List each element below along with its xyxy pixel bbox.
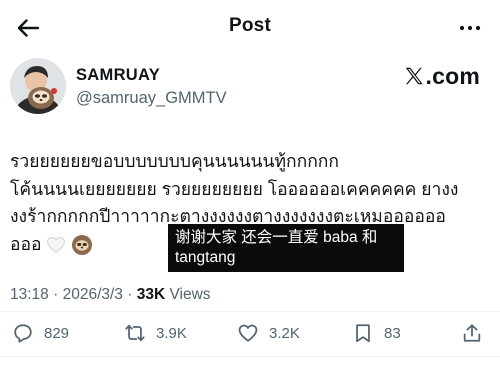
heart-icon bbox=[238, 324, 258, 342]
avatar[interactable] bbox=[10, 58, 66, 114]
bookmark-button[interactable]: 83 bbox=[352, 316, 401, 350]
divider bbox=[0, 311, 500, 312]
share-button[interactable] bbox=[461, 316, 483, 350]
bookmark-icon bbox=[356, 324, 370, 343]
post-line: โค้นนนนเยยยยยยย รวยยยยยยยย โออออออเคคคคค… bbox=[10, 178, 459, 199]
views-count[interactable]: 33K bbox=[137, 286, 165, 303]
share-icon bbox=[463, 324, 481, 342]
action-bar: 829 3.9K 3.2K 83 bbox=[0, 316, 500, 350]
repost-icon bbox=[125, 324, 145, 342]
reply-count: 829 bbox=[44, 324, 70, 342]
repost-button[interactable]: 3.9K bbox=[124, 316, 187, 350]
more-options-button[interactable] bbox=[458, 18, 482, 38]
author-display-name[interactable]: SAMRUAY bbox=[76, 66, 160, 85]
overlay-caption: 谢谢大家 还会一直爱 baba 和 tangtang bbox=[168, 224, 404, 272]
post-time: 13:18 bbox=[10, 286, 49, 303]
top-bar: Post bbox=[0, 0, 500, 56]
like-count: 3.2K bbox=[269, 324, 300, 342]
meta-separator: · bbox=[53, 286, 59, 303]
post-meta: 13:18 · 2026/3/3 · 33K Views bbox=[10, 286, 211, 304]
post-line: อออ bbox=[10, 233, 42, 254]
meta-separator: · bbox=[127, 286, 133, 303]
page-title: Post bbox=[229, 15, 271, 36]
brand-watermark: .com bbox=[403, 62, 480, 89]
more-horizontal-icon bbox=[459, 25, 481, 31]
views-label: Views bbox=[169, 286, 211, 303]
white-heart-icon bbox=[47, 236, 66, 254]
x-logo-icon bbox=[405, 67, 423, 85]
avatar-image bbox=[10, 58, 66, 114]
bookmark-count: 83 bbox=[384, 324, 401, 342]
post-date: 2026/3/3 bbox=[62, 286, 123, 303]
reply-icon bbox=[14, 324, 32, 343]
divider bbox=[0, 356, 500, 357]
repost-count: 3.9K bbox=[156, 324, 187, 342]
sloth-icon bbox=[72, 234, 93, 255]
reply-button[interactable]: 829 bbox=[12, 316, 69, 350]
post-line: รวยยยยยยขอบบบบบบบคุนนนนนนทู้กกกกก bbox=[10, 151, 339, 171]
brand-text: .com bbox=[425, 62, 480, 89]
author-handle[interactable]: @samruay_GMMTV bbox=[76, 89, 227, 108]
like-button[interactable]: 3.2K bbox=[237, 316, 300, 350]
